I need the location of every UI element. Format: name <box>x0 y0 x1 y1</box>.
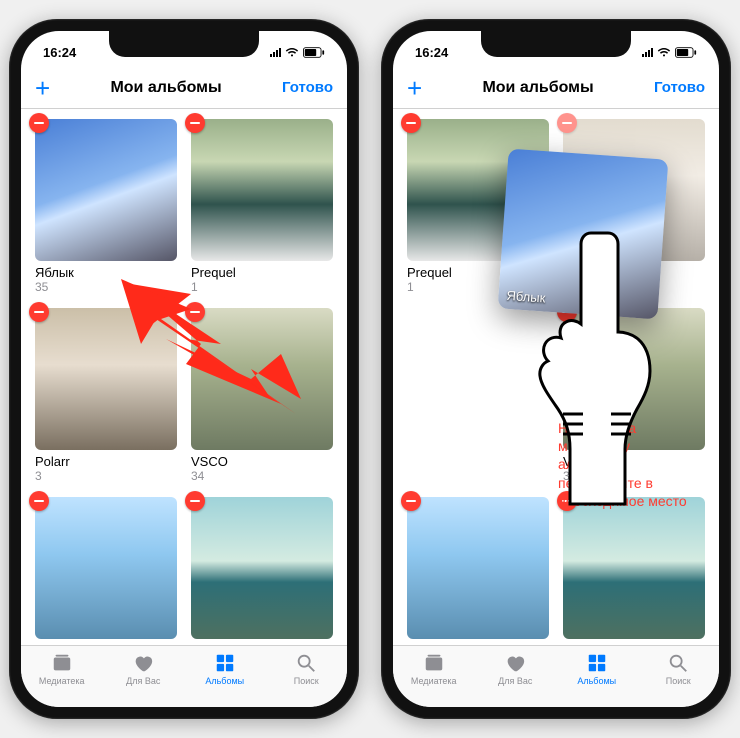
add-button[interactable]: + <box>407 75 422 101</box>
tab-search[interactable]: Поиск <box>266 652 348 686</box>
cellular-icon <box>642 48 653 57</box>
delete-icon[interactable] <box>29 302 49 322</box>
delete-icon[interactable] <box>401 113 421 133</box>
notch <box>109 31 259 57</box>
tab-library[interactable]: Медиатека <box>21 652 103 686</box>
tab-label: Альбомы <box>205 676 244 686</box>
album-name: Instagram <box>35 643 177 645</box>
album-name: Instagram <box>407 643 549 645</box>
tab-library[interactable]: Медиатека <box>393 652 475 686</box>
nav-title: Мои альбомы <box>482 79 593 97</box>
album-thumbnail[interactable] <box>563 497 705 639</box>
album-thumbnail[interactable] <box>35 308 177 450</box>
album-item[interactable]: Polarr 3 <box>35 308 177 483</box>
album-name: Snapseed <box>563 643 705 645</box>
phone-right: 16:24 + Мои альбомы Готово Prequel 1 <box>381 19 731 719</box>
search-icon <box>295 652 317 674</box>
tab-albums[interactable]: Альбомы <box>556 652 638 686</box>
album-count: 1 <box>191 280 333 294</box>
tab-search[interactable]: Поиск <box>638 652 720 686</box>
tab-label: Для Вас <box>498 676 532 686</box>
album-item[interactable]: Яблык 35 <box>35 119 177 294</box>
battery-icon <box>303 47 325 58</box>
tab-label: Альбомы <box>577 676 616 686</box>
album-thumbnail[interactable] <box>191 119 333 261</box>
library-icon <box>423 652 445 674</box>
delete-icon[interactable] <box>29 491 49 511</box>
finger-icon <box>533 229 653 509</box>
album-thumbnail <box>407 308 549 450</box>
delete-icon[interactable] <box>29 113 49 133</box>
nav-bar: + Мои альбомы Готово <box>393 67 719 109</box>
tab-for-you[interactable]: Для Вас <box>475 652 557 686</box>
nav-bar: + Мои альбомы Готово <box>21 67 347 109</box>
albums-content: Яблык 35 Prequel 1 Polarr 3 VSCO 34 <box>21 109 347 645</box>
done-button[interactable]: Готово <box>282 79 333 96</box>
tab-label: Поиск <box>294 676 319 686</box>
album-placeholder <box>407 308 549 483</box>
album-thumbnail[interactable] <box>35 119 177 261</box>
notch <box>481 31 631 57</box>
album-name: Яблык <box>35 265 177 280</box>
done-button[interactable]: Готово <box>654 79 705 96</box>
nav-title: Мои альбомы <box>110 79 221 97</box>
search-icon <box>667 652 689 674</box>
album-thumbnail[interactable] <box>191 497 333 639</box>
battery-icon <box>675 47 697 58</box>
tab-label: Поиск <box>666 676 691 686</box>
for-you-icon <box>132 652 154 674</box>
album-item[interactable]: Snapseed 9 <box>563 497 705 645</box>
tab-label: Медиатека <box>39 676 85 686</box>
albums-icon <box>586 652 608 674</box>
tab-albums[interactable]: Альбомы <box>184 652 266 686</box>
album-name: Polarr <box>35 454 177 469</box>
album-count: 35 <box>35 280 177 294</box>
status-time: 16:24 <box>415 45 448 60</box>
phone-left: 16:24 + Мои альбомы Готово Яблык 35 <box>9 19 359 719</box>
tab-for-you[interactable]: Для Вас <box>103 652 185 686</box>
wifi-icon <box>285 47 299 58</box>
album-thumbnail[interactable] <box>35 497 177 639</box>
tab-label: Для Вас <box>126 676 160 686</box>
delete-icon[interactable] <box>557 113 577 133</box>
add-button[interactable]: + <box>35 75 50 101</box>
album-item[interactable]: Instagram 9 <box>35 497 177 645</box>
album-thumbnail[interactable] <box>191 308 333 450</box>
cellular-icon <box>270 48 281 57</box>
album-thumbnail[interactable] <box>407 497 549 639</box>
status-time: 16:24 <box>43 45 76 60</box>
status-indicators <box>642 47 697 58</box>
tab-label: Медиатека <box>411 676 457 686</box>
album-name: Prequel <box>191 265 333 280</box>
for-you-icon <box>504 652 526 674</box>
delete-icon[interactable] <box>401 491 421 511</box>
albums-grid: Яблык 35 Prequel 1 Polarr 3 VSCO 34 <box>35 119 333 645</box>
tab-bar: Медиатека Для Вас Альбомы Поиск <box>393 645 719 707</box>
library-icon <box>51 652 73 674</box>
album-item[interactable]: Instagram 9 <box>407 497 549 645</box>
delete-icon[interactable] <box>185 113 205 133</box>
album-name: VSCO <box>191 454 333 469</box>
tab-bar: Медиатека Для Вас Альбомы Поиск <box>21 645 347 707</box>
delete-icon[interactable] <box>185 302 205 322</box>
status-indicators <box>270 47 325 58</box>
album-item[interactable]: VSCO 34 <box>191 308 333 483</box>
albums-content: Prequel 1 VSCO 34 <box>393 109 719 645</box>
album-count: 34 <box>191 469 333 483</box>
album-name: Snapseed <box>191 643 333 645</box>
albums-icon <box>214 652 236 674</box>
wifi-icon <box>657 47 671 58</box>
album-item[interactable]: Prequel 1 <box>191 119 333 294</box>
delete-icon[interactable] <box>185 491 205 511</box>
album-count: 3 <box>35 469 177 483</box>
album-item[interactable]: Snapseed 9 <box>191 497 333 645</box>
